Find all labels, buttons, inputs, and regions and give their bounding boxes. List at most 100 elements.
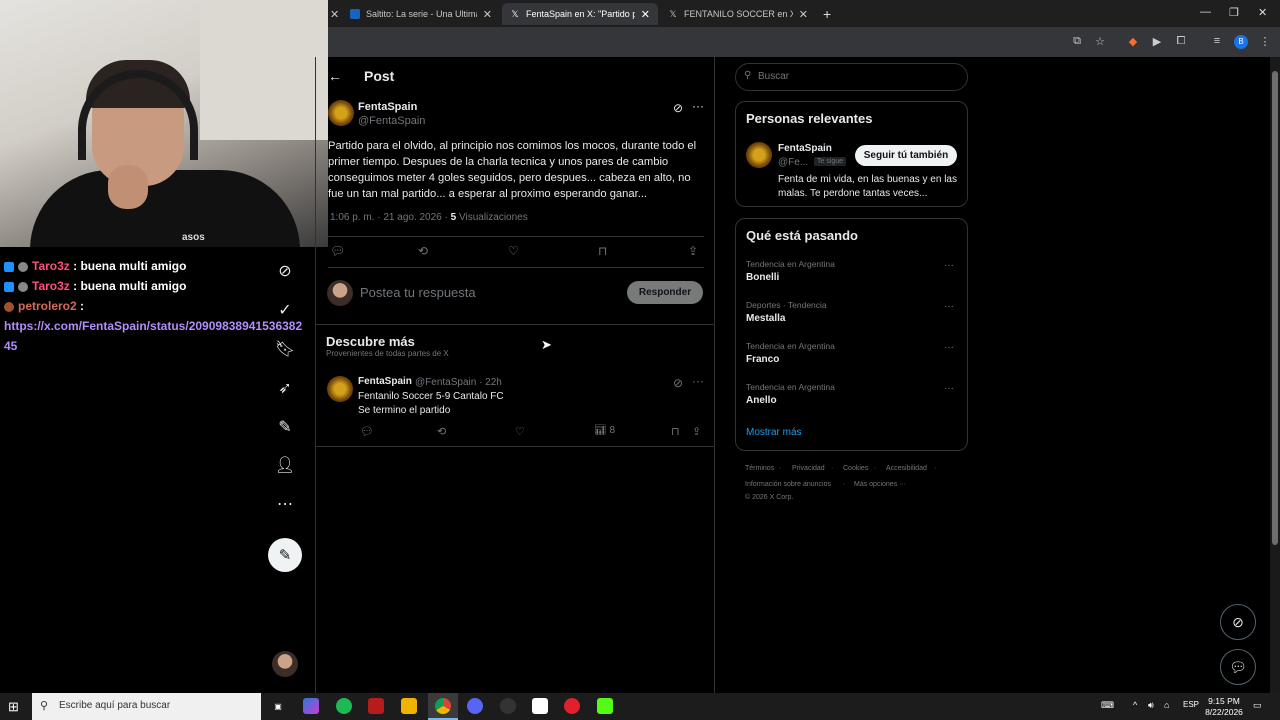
grok-icon[interactable]: ⊘ — [274, 260, 296, 282]
trend-meta: Tendencia en Argentina — [746, 382, 835, 392]
search-box[interactable]: ⚲ Buscar — [735, 63, 968, 91]
search-input[interactable]: Buscar — [758, 71, 789, 82]
spotify-icon[interactable] — [336, 698, 352, 714]
grok-explain-icon[interactable]: ⊘ — [673, 101, 683, 115]
more-options-icon[interactable]: ··· — [944, 383, 954, 394]
trend-name[interactable]: Bonelli — [746, 272, 779, 283]
post-time[interactable]: 1:06 p. m. · 21 ago. 2026 · — [330, 212, 451, 223]
bookmark-icon[interactable]: ⊓ — [598, 244, 607, 258]
task-view-icon[interactable]: ▣ — [270, 698, 286, 714]
browser-menu-icon[interactable]: ⋮ — [1258, 35, 1272, 48]
install-app-icon[interactable]: ⧉ — [1070, 35, 1084, 48]
share-icon[interactable]: ⇪ — [688, 244, 698, 258]
reply-icon[interactable]: 💬︎ — [330, 244, 345, 258]
compose-button[interactable]: ✎ — [268, 538, 302, 572]
taskbar-search-input[interactable]: Escribe aquí para buscar — [59, 700, 170, 711]
tab-fentanilo-soccer[interactable]: 𝕏 FENTANILO SOCCER en X: "Fina ✕ — [660, 3, 816, 25]
footer-accessibility[interactable]: Accesibilidad — [886, 465, 927, 472]
notifications-icon[interactable]: ▭ — [1253, 700, 1262, 711]
messages-fab[interactable]: 💬︎ — [1220, 649, 1256, 685]
views-icon[interactable]: 📊︎ 8 — [594, 425, 615, 436]
follow-back-button[interactable]: Seguir tú también — [855, 145, 957, 166]
bookmarks-icon[interactable]: 🔖︎ — [274, 338, 296, 360]
relevant-handle[interactable]: @Fe... — [778, 157, 808, 168]
footer-more[interactable]: Más opciones ··· — [854, 481, 906, 488]
post-text: Partido para el olvido, al principio nos… — [328, 140, 697, 200]
minimize-icon[interactable]: — — [1200, 6, 1211, 18]
chevron-up-icon[interactable]: ^ — [1133, 700, 1137, 710]
repost-icon[interactable]: ⟲ — [437, 425, 446, 438]
extension-play-icon[interactable]: ▶ — [1150, 35, 1164, 48]
network-icon[interactable]: ⌂ — [1164, 700, 1169, 710]
capcut-icon[interactable] — [532, 698, 548, 714]
trend-name[interactable]: Mestalla — [746, 313, 785, 324]
footer-cookies[interactable]: Cookies — [843, 465, 868, 472]
reply-icon[interactable]: 💬︎ — [360, 425, 374, 438]
scrollbar-thumb[interactable] — [1272, 71, 1278, 545]
close-icon[interactable]: ✕ — [641, 8, 650, 21]
volume-icon[interactable]: 🔊︎ — [1148, 700, 1154, 711]
chrome-icon[interactable] — [435, 698, 451, 714]
relevant-avatar[interactable] — [746, 142, 772, 168]
tab-saltito[interactable]: Saltito: La serie - Una Ultima Es ✕ — [342, 3, 500, 25]
keyboard-icon[interactable]: ⌨ — [1101, 700, 1114, 711]
tweet-author[interactable]: FentaSpain — [358, 376, 412, 387]
author-name[interactable]: FentaSpain — [358, 101, 417, 113]
more-options-icon[interactable]: ··· — [944, 260, 954, 271]
more-options-icon[interactable]: ··· — [692, 99, 704, 113]
restore-icon[interactable]: ❐ — [1229, 6, 1239, 19]
taskbar-clock[interactable]: 9:15 PM 8/22/2026 — [1202, 696, 1246, 718]
profile-icon[interactable]: 👤︎ — [274, 454, 296, 476]
share-icon[interactable]: ⇪ — [692, 425, 701, 438]
windows-start-icon[interactable]: ⊞ — [8, 699, 19, 715]
footer-ads-info[interactable]: Información sobre anuncios — [745, 481, 831, 488]
obs-icon[interactable] — [500, 698, 516, 714]
footer-privacy[interactable]: Privacidad — [792, 465, 825, 472]
extensions-puzzle-icon[interactable]: ⧠ — [1174, 35, 1188, 48]
account-avatar[interactable] — [272, 651, 298, 677]
close-icon[interactable]: ✕ — [483, 8, 492, 21]
close-window-icon[interactable]: ✕ — [1258, 6, 1267, 19]
close-icon[interactable]: ✕ — [799, 8, 808, 21]
more-options-icon[interactable]: ··· — [692, 374, 704, 388]
grok-fab[interactable]: ⊘ — [1220, 604, 1256, 640]
author-avatar[interactable] — [328, 100, 354, 126]
trend-name[interactable]: Franco — [746, 354, 779, 365]
discord-icon[interactable] — [467, 698, 483, 714]
file-explorer-icon[interactable] — [401, 698, 417, 714]
language-indicator[interactable]: ESP — [1183, 700, 1199, 709]
media-control-icon[interactable]: ≡ — [1210, 35, 1224, 47]
articles-icon[interactable]: ✎ — [274, 416, 296, 438]
bookmark-star-icon[interactable]: ☆ — [1093, 35, 1107, 48]
verified-icon[interactable]: ✓ — [274, 299, 296, 321]
video-editor-icon[interactable] — [368, 698, 384, 714]
taskbar-search[interactable]: ⚲ Escribe aquí para buscar — [32, 693, 261, 720]
show-more-link[interactable]: Mostrar más — [746, 427, 802, 438]
kick-icon[interactable] — [597, 698, 613, 714]
like-icon[interactable]: ♡ — [515, 425, 525, 438]
chat-link[interactable]: https://x.com/FentaSpain/status/20909838… — [0, 316, 305, 356]
reply-input[interactable]: Postea tu respuesta — [360, 285, 476, 300]
tweet-avatar[interactable] — [327, 376, 353, 402]
repost-icon[interactable]: ⟲ — [418, 244, 428, 258]
relevant-name[interactable]: FentaSpain — [778, 143, 832, 154]
tab-fentaspain-post[interactable]: 𝕏 FentaSpain en X: "Partido para ✕ — [502, 3, 658, 25]
profile-avatar[interactable]: B — [1234, 35, 1248, 49]
opera-icon[interactable] — [564, 698, 580, 714]
extension-brave-icon[interactable]: ◆ — [1126, 35, 1140, 48]
trend-name[interactable]: Anello — [746, 395, 777, 406]
copilot-icon[interactable] — [303, 698, 319, 714]
author-handle[interactable]: @FentaSpain — [358, 115, 425, 127]
more-options-icon[interactable]: ··· — [944, 342, 954, 353]
back-arrow-icon[interactable]: ← — [328, 68, 342, 84]
reply-button[interactable]: Responder — [627, 281, 703, 304]
like-icon[interactable]: ♡ — [508, 244, 519, 258]
more-icon[interactable]: ⋯ — [274, 493, 296, 515]
grok-explain-icon[interactable]: ⊘ — [673, 376, 683, 390]
bookmark-icon[interactable]: ⊓ — [671, 425, 680, 438]
tweet-handle-time[interactable]: @FentaSpain · 22h — [415, 377, 502, 388]
new-tab-button[interactable]: + — [823, 6, 831, 22]
rocket-icon[interactable]: ➶ — [274, 377, 296, 399]
more-options-icon[interactable]: ··· — [944, 301, 954, 312]
footer-terms[interactable]: Términos — [745, 465, 774, 472]
